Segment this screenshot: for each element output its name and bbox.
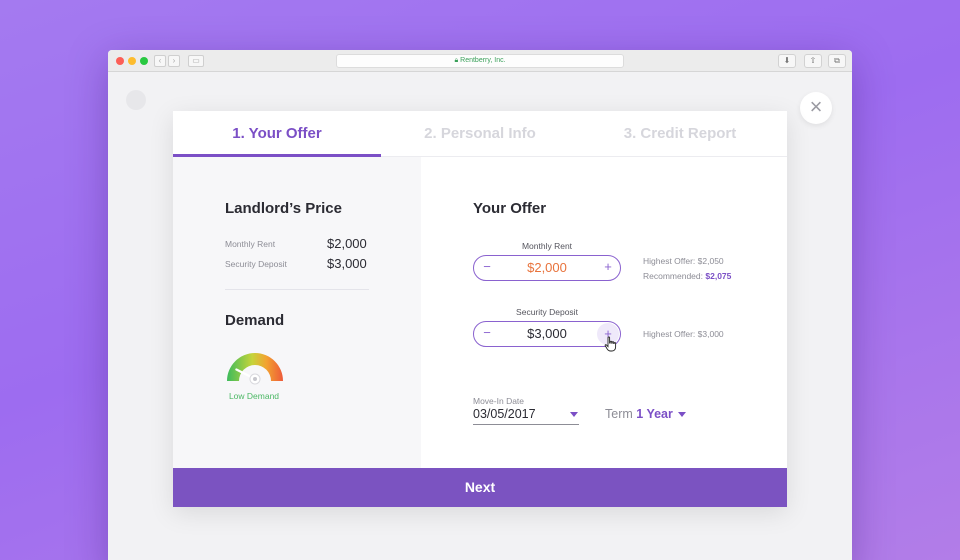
url-text: Rentberry, Inc.	[460, 57, 506, 64]
term-label: Term	[605, 407, 637, 421]
sidebar-icon[interactable]: ▭	[188, 55, 204, 67]
browser-toolbar: ‹ › ▭ 🔒︎ Rentberry, Inc. ⬇ ⇧ ⧉	[108, 50, 852, 72]
panel-divider	[225, 289, 369, 290]
demand-title: Demand	[225, 312, 285, 329]
tab-credit-report[interactable]: 3. Credit Report	[576, 111, 784, 157]
monthly-rent-input[interactable]: $2,000	[498, 256, 596, 279]
deposit-highest-offer: Highest Offer: $3,000	[643, 329, 724, 339]
rent-recommended-value: $2,075	[705, 271, 732, 281]
close-modal-button[interactable]: ×	[800, 92, 832, 124]
demand-gauge	[225, 349, 285, 385]
security-deposit-input[interactable]: $3,000	[498, 322, 596, 345]
zoom-window-button[interactable]	[140, 57, 148, 65]
landlord-monthly-rent-label: Monthly Rent	[225, 239, 276, 249]
monthly-rent-stepper: − $2,000 +	[473, 255, 621, 281]
term-select[interactable]: Term 1 Year	[605, 407, 673, 421]
term-chevron-down-icon[interactable]	[678, 412, 686, 417]
landlord-security-deposit-label: Security Deposit	[225, 259, 287, 269]
close-window-button[interactable]	[116, 57, 124, 65]
hand-cursor-icon	[604, 336, 617, 352]
close-icon: ×	[809, 94, 823, 119]
step-tabs: 1. Your Offer 2. Personal Info 3. Credit…	[173, 111, 787, 157]
share-icon[interactable]: ⇧	[804, 54, 822, 68]
security-deposit-decrement-button[interactable]: −	[476, 322, 498, 345]
offer-security-deposit-label: Security Deposit	[516, 307, 578, 317]
term-value: 1 Year	[636, 407, 673, 421]
rent-recommended: Recommended: $2,075	[643, 271, 731, 281]
move-in-date-select[interactable]: 03/05/2017	[473, 405, 579, 425]
monthly-rent-decrement-button[interactable]: −	[476, 256, 498, 279]
lock-icon: 🔒︎	[454, 57, 459, 64]
rent-highest-offer: Highest Offer: $2,050	[643, 256, 724, 266]
offer-modal: 1. Your Offer 2. Personal Info 3. Credit…	[173, 111, 787, 507]
demand-level-label: Low Demand	[228, 391, 280, 401]
landlord-monthly-rent-value: $2,000	[327, 236, 367, 251]
address-bar[interactable]: 🔒︎ Rentberry, Inc.	[336, 54, 624, 68]
forward-arrow-icon[interactable]: ›	[168, 55, 180, 67]
landlord-security-deposit-value: $3,000	[327, 256, 367, 271]
move-in-date-value: 03/05/2017	[473, 407, 536, 421]
ghost-avatar	[126, 90, 146, 110]
download-icon[interactable]: ⬇	[778, 54, 796, 68]
security-deposit-stepper: − $3,000 +	[473, 321, 621, 347]
back-arrow-icon[interactable]: ‹	[154, 55, 166, 67]
your-offer-title: Your Offer	[473, 200, 547, 217]
tab-personal-info[interactable]: 2. Personal Info	[376, 111, 584, 157]
move-in-chevron-down-icon[interactable]	[570, 412, 578, 417]
minimize-window-button[interactable]	[128, 57, 136, 65]
monthly-rent-increment-button[interactable]: +	[597, 256, 619, 279]
tabs-icon[interactable]: ⧉	[828, 54, 846, 68]
offer-monthly-rent-label: Monthly Rent	[521, 241, 573, 251]
next-button[interactable]: Next	[173, 468, 787, 507]
rent-recommended-label: Recommended:	[643, 271, 706, 281]
tab-your-offer[interactable]: 1. Your Offer	[173, 111, 381, 157]
landlord-price-title: Landlord’s Price	[225, 200, 342, 217]
